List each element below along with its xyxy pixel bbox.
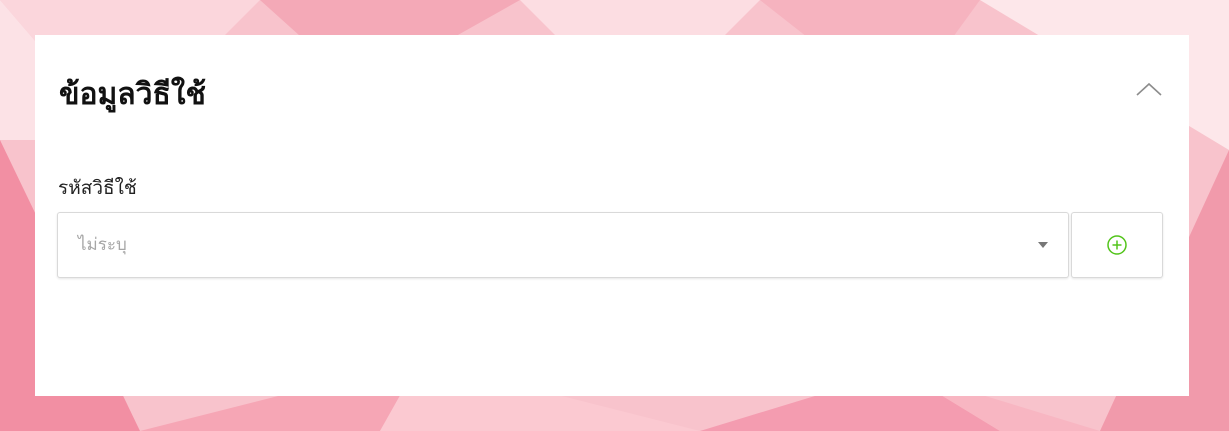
chevron-up-icon xyxy=(1136,82,1162,96)
select-placeholder: ไม่ระบุ xyxy=(78,235,127,255)
usage-code-label: รหัสวิธีใช้ xyxy=(58,177,137,199)
usage-code-select[interactable]: ไม่ระบุ xyxy=(57,212,1069,278)
collapse-button[interactable] xyxy=(1133,77,1165,101)
usage-info-panel: ข้อมูลวิธีใช้ รหัสวิธีใช้ ไม่ระบุ xyxy=(35,35,1189,396)
caret-down-icon xyxy=(1038,242,1048,248)
panel-title: ข้อมูลวิธีใช้ xyxy=(59,77,206,112)
add-usage-button[interactable] xyxy=(1071,212,1163,278)
plus-circle-icon xyxy=(1107,235,1127,255)
